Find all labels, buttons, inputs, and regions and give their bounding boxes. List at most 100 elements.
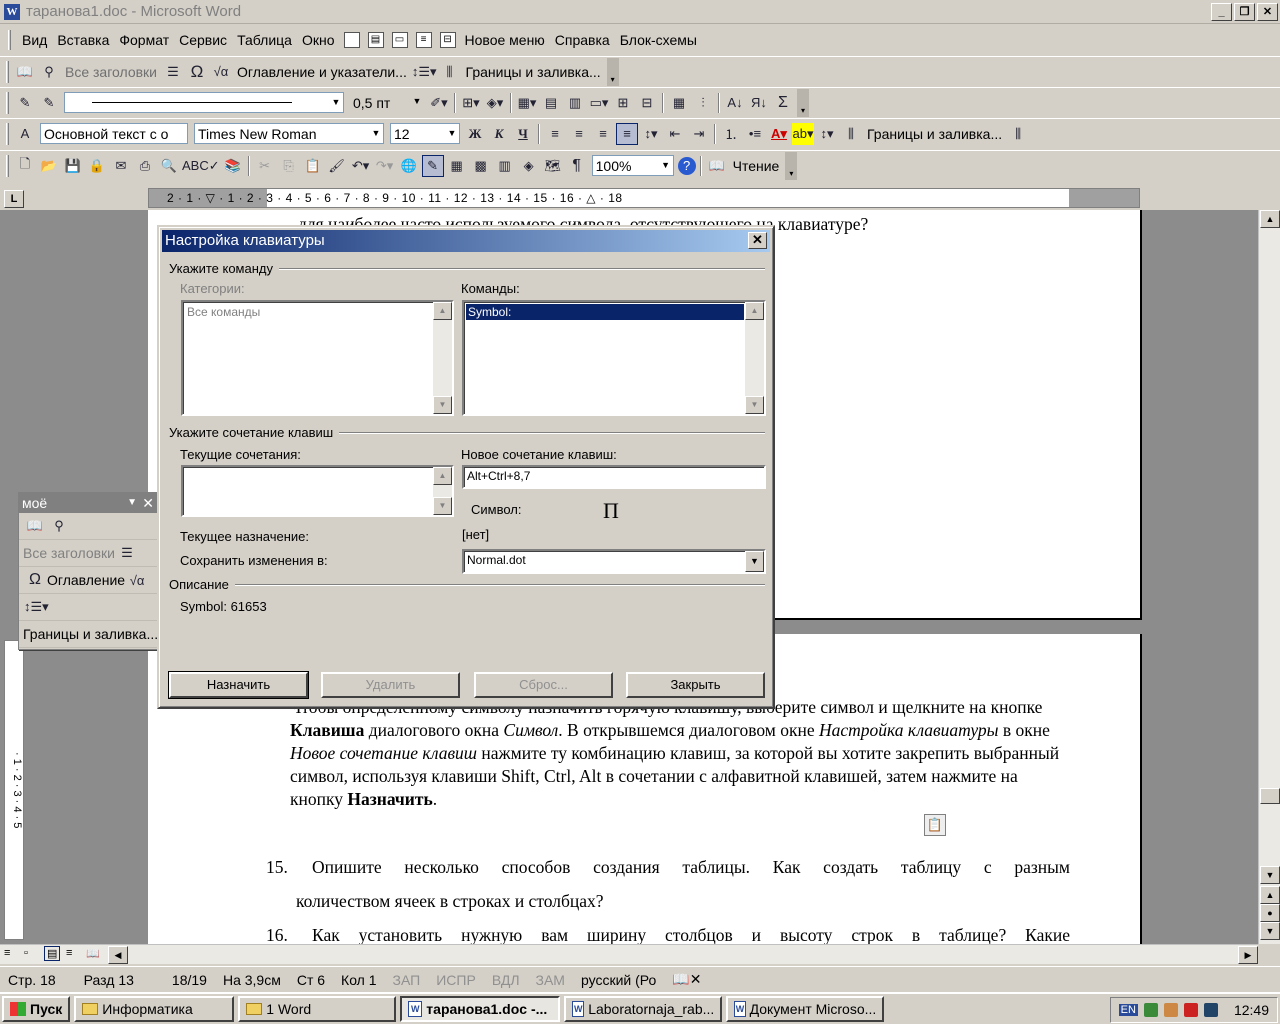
autosum-icon[interactable]: Σ	[772, 92, 794, 114]
paste-icon[interactable]: 📋	[302, 155, 324, 177]
book-icon[interactable]: 📖	[24, 515, 46, 537]
commands-scrollbar[interactable]: ▲ ▼	[745, 302, 764, 414]
categories-scrollbar[interactable]: ▲ ▼	[433, 302, 452, 414]
floating-toolbar[interactable]: моё ▼ ✕ 📖 ⚲ Все заголовки ☰ Ω Оглавление…	[18, 492, 158, 650]
scroll-down-icon[interactable]: ▼	[745, 396, 764, 414]
close-button[interactable]: ✕	[1257, 3, 1278, 21]
pen-color-icon[interactable]: ✐▾	[428, 92, 450, 114]
status-ovr[interactable]: ЗАМ	[528, 972, 573, 988]
insert-table-icon[interactable]: ▦▾	[516, 92, 538, 114]
hyperlink-icon[interactable]: 🌐	[398, 155, 420, 177]
scroll-thumb[interactable]	[1260, 788, 1280, 804]
borders-icon[interactable]: ⫼	[439, 61, 461, 83]
line-spacing-icon[interactable]: ↕☰▾	[24, 596, 49, 618]
current-keys-scrollbar[interactable]: ▲ ▼	[433, 467, 452, 515]
equation-icon[interactable]: √α	[126, 569, 148, 591]
align-cell-icon[interactable]: ▭▾	[588, 92, 610, 114]
doc-map-icon[interactable]: 🗺	[542, 155, 564, 177]
autoformat-icon[interactable]: ▦	[668, 92, 690, 114]
numbering-icon[interactable]: ⒈	[720, 123, 742, 145]
italic-button[interactable]: К	[488, 123, 510, 145]
align-icon[interactable]: ≡	[415, 32, 432, 48]
toolbar-grip[interactable]	[6, 60, 9, 83]
word-app-icon[interactable]: W	[4, 3, 20, 20]
dialog-close-btn[interactable]: Закрыть	[626, 672, 765, 698]
line-style-combo[interactable]: ▼	[64, 92, 344, 113]
chevron-down-icon[interactable]: ▼	[329, 93, 343, 112]
new-keys-input[interactable]: Alt+Ctrl+8,7	[462, 465, 766, 489]
menu-insert[interactable]: Вставка	[52, 32, 114, 48]
bold-button[interactable]: Ж	[464, 123, 486, 145]
form-icon[interactable]: ✎	[14, 92, 36, 114]
menu-table[interactable]: Таблица	[232, 32, 297, 48]
prev-page-button[interactable]: ▲	[1260, 886, 1280, 904]
font-color-icon[interactable]: A▾	[768, 123, 790, 145]
sort-desc-icon[interactable]: Я↓	[748, 92, 770, 114]
web-view-icon[interactable]: ▫	[24, 947, 28, 959]
categories-item[interactable]: Все команды	[185, 304, 432, 320]
chevron-down-icon[interactable]: ▼	[410, 92, 424, 111]
reading-icon[interactable]: 📖	[706, 155, 728, 177]
border-icon[interactable]: ⊞▾	[460, 92, 482, 114]
distribute-rows-icon[interactable]: ⊞	[612, 92, 634, 114]
binoculars-icon[interactable]: ⚲	[48, 515, 70, 537]
columns-icon[interactable]: ▥	[494, 155, 516, 177]
scroll-down-icon[interactable]: ▼	[433, 497, 452, 515]
horizontal-ruler[interactable]: 2 · 1 · ▽ · 1 · 2 · 3 · 4 · 5 · 6 · 7 · …	[148, 188, 1140, 208]
increase-indent-icon[interactable]: ⇥	[688, 123, 710, 145]
distribute-cols-icon[interactable]: ⊟	[636, 92, 658, 114]
insert-excel-icon[interactable]: ▩	[470, 155, 492, 177]
insert-table-icon[interactable]: ▦	[446, 155, 468, 177]
language-indicator[interactable]: EN	[1118, 1004, 1138, 1016]
tab-selector[interactable]: L	[4, 190, 24, 208]
copy-icon[interactable]: ⎘	[278, 155, 300, 177]
menu-tools[interactable]: Сервис	[174, 32, 232, 48]
categories-listbox[interactable]: Все команды ▲ ▼	[181, 300, 454, 416]
menu-help[interactable]: Справка	[550, 32, 615, 48]
menu-new-menu[interactable]: Новое меню	[460, 32, 550, 48]
network-icon[interactable]	[1143, 1003, 1158, 1017]
scroll-up-icon[interactable]: ▲	[433, 467, 452, 485]
align-right-icon[interactable]: ≡	[592, 123, 614, 145]
vertical-ruler[interactable]: · 1 · 2 · 3 · 4 · 5	[4, 640, 24, 940]
task-taranova[interactable]: W таранова1.doc -...	[400, 996, 561, 1022]
task-informatika[interactable]: Информатика	[74, 996, 235, 1022]
print-view-icon[interactable]: ▤	[44, 946, 61, 961]
start-button[interactable]: Пуск	[2, 996, 71, 1022]
minimize-button[interactable]: _	[1211, 3, 1232, 21]
line-spacing-icon[interactable]: ↕☰▾	[412, 61, 437, 83]
menu-flowcharts[interactable]: Блок-схемы	[615, 32, 702, 48]
new-document-icon[interactable]	[343, 32, 360, 48]
help-icon[interactable]: ?	[677, 156, 696, 175]
spelling-status-icon[interactable]: 📖✕	[664, 971, 709, 988]
dialog-close-button[interactable]: ✕	[748, 232, 767, 249]
close-icon[interactable]: ✕	[142, 493, 154, 513]
chevron-down-icon[interactable]: ▼	[369, 124, 383, 143]
save-icon[interactable]: 💾	[62, 155, 84, 177]
clock[interactable]: 12:49	[1234, 1002, 1269, 1018]
menu-format[interactable]: Формат	[114, 32, 174, 48]
toolbar-grip[interactable]	[6, 122, 9, 145]
align-left-icon[interactable]: ≡	[544, 123, 566, 145]
scroll-left-button[interactable]: ◀	[108, 946, 128, 964]
outline-icon[interactable]: ☰	[116, 542, 138, 564]
font-combo[interactable]: Times New Roman ▼	[194, 123, 384, 144]
reading-button[interactable]: Чтение	[733, 158, 780, 174]
current-keys-listbox[interactable]: ▲ ▼	[181, 465, 454, 517]
sort-asc-icon[interactable]: A↓	[724, 92, 746, 114]
text-direction-icon[interactable]: ⫶	[692, 92, 714, 114]
outline-icon[interactable]: ☰	[162, 61, 184, 83]
frame-icon[interactable]: ▭	[391, 32, 408, 48]
ft-borders[interactable]: Границы и заливка...	[23, 626, 158, 642]
task-document[interactable]: W Документ Microso...	[726, 996, 885, 1022]
open-icon[interactable]: 📂	[38, 155, 60, 177]
omega-icon[interactable]: Ω	[24, 569, 46, 591]
format-painter-icon[interactable]: 🖌	[326, 155, 348, 177]
chevron-down-icon[interactable]: ▼	[127, 493, 137, 513]
form2-icon[interactable]: ✎	[38, 92, 60, 114]
justify-icon[interactable]: ≡	[616, 122, 638, 145]
status-ext[interactable]: ВДЛ	[484, 972, 528, 988]
scroll-down-button[interactable]: ▼	[1260, 866, 1280, 884]
style-combo[interactable]: Основной текст с о	[40, 123, 188, 144]
email-icon[interactable]: ✉	[110, 155, 132, 177]
